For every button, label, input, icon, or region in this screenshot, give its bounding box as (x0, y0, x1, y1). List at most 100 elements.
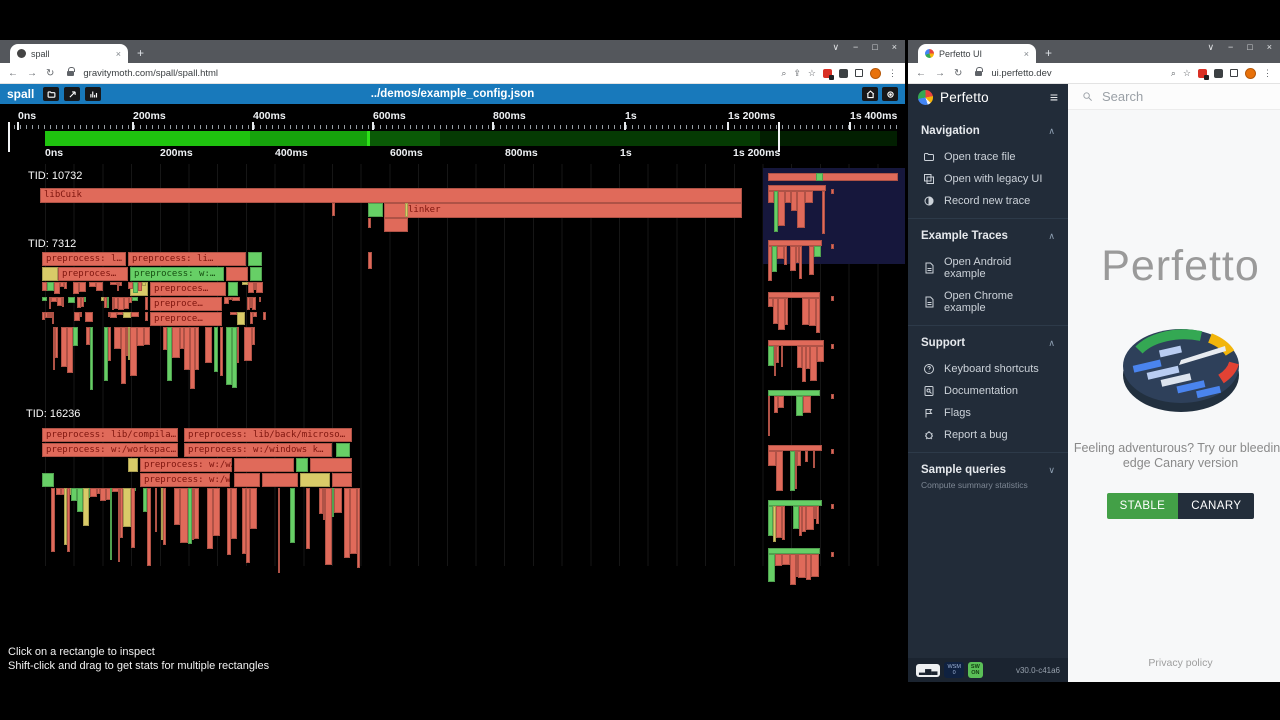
trace-span[interactable] (130, 327, 137, 376)
sidebar-item-report-a-bug[interactable]: Report a bug (921, 424, 1055, 446)
extensions-puzzle-icon[interactable] (1214, 69, 1223, 78)
trace-span[interactable] (155, 488, 157, 532)
trace-span[interactable] (796, 396, 803, 416)
zoom-icon[interactable]: ⌕ (781, 68, 786, 79)
trace-span[interactable] (147, 488, 151, 566)
trace-span[interactable] (132, 297, 138, 301)
trace-span[interactable] (119, 282, 122, 286)
trace-span[interactable] (332, 473, 352, 487)
trace-span[interactable] (831, 552, 834, 557)
sidebar-item-keyboard-shortcuts[interactable]: Keyboard shortcuts (921, 358, 1055, 380)
trace-span[interactable] (83, 488, 89, 526)
trace-span[interactable]: preproce… (150, 312, 222, 326)
privacy-policy-link[interactable]: Privacy policy (1148, 657, 1212, 682)
trace-span[interactable] (325, 488, 332, 565)
trace-span[interactable] (67, 488, 70, 552)
window-menu-icon[interactable]: ∨ (1207, 42, 1214, 53)
maximize-icon[interactable]: □ (1247, 42, 1252, 53)
trace-span[interactable] (797, 451, 801, 466)
trace-span[interactable] (816, 173, 823, 181)
trace-span[interactable] (817, 346, 824, 362)
chevron-up-icon[interactable]: ∧ (1048, 231, 1055, 242)
trace-span[interactable] (85, 312, 93, 322)
sidebar-item-open-chrome-example[interactable]: Open Chrome example (921, 285, 1055, 319)
trace-span[interactable] (244, 327, 252, 361)
forward-icon[interactable]: → (27, 68, 37, 79)
trace-span[interactable] (384, 218, 408, 232)
trace-span[interactable] (809, 298, 816, 326)
trace-span[interactable] (782, 506, 785, 540)
trace-span[interactable]: preproces… (150, 282, 226, 296)
trace-span[interactable] (234, 458, 294, 472)
trace-span[interactable] (250, 488, 257, 529)
profile-avatar[interactable] (870, 68, 881, 79)
trace-span[interactable] (336, 443, 350, 457)
trace-span[interactable] (831, 296, 834, 301)
sidepanel-icon[interactable] (855, 69, 863, 77)
trace-span[interactable] (785, 298, 788, 325)
new-tab-button[interactable]: + (137, 46, 144, 60)
trace-span[interactable] (90, 488, 97, 497)
trace-span[interactable] (259, 297, 261, 302)
trace-span[interactable] (778, 298, 785, 330)
trace-span[interactable] (778, 191, 785, 226)
wasm-badge[interactable]: WSM 0 (944, 662, 963, 678)
trace-span[interactable] (142, 282, 146, 286)
tab-close-icon[interactable]: × (1024, 49, 1029, 59)
trace-span[interactable] (68, 297, 75, 303)
extension-badge-icon[interactable] (823, 69, 832, 78)
trace-span[interactable] (131, 312, 139, 317)
trace-span[interactable] (816, 298, 820, 333)
trace-span[interactable]: preprocess: w:/w… (140, 473, 230, 487)
trace-span[interactable] (114, 327, 121, 349)
sidebar-item-flags[interactable]: Flags (921, 402, 1055, 424)
trace-span[interactable] (803, 396, 811, 413)
trace-span[interactable] (799, 246, 802, 279)
trace-span[interactable] (805, 191, 813, 203)
trace-span[interactable]: preproces… (58, 267, 128, 281)
trace-span[interactable] (782, 554, 790, 565)
trace-span[interactable] (51, 488, 55, 552)
trace-span[interactable] (79, 282, 86, 292)
trace-span[interactable] (368, 218, 371, 228)
trace-span[interactable]: preprocess: w:… (130, 267, 224, 281)
share-icon[interactable]: ⇪ (793, 68, 801, 79)
sidebar-item-open-with-legacy-ui[interactable]: Open with legacy UI (921, 168, 1055, 190)
trace-span[interactable] (232, 297, 240, 301)
trace-span[interactable] (300, 473, 330, 487)
trace-span[interactable]: preprocess: w:/workspac… (42, 443, 178, 457)
minimize-icon[interactable]: − (853, 42, 858, 53)
trace-span[interactable] (768, 451, 776, 466)
trace-span[interactable] (230, 312, 237, 315)
sidebar-item-record-new-trace[interactable]: Record new trace (921, 190, 1055, 212)
trace-span[interactable] (231, 488, 237, 539)
trace-span[interactable] (814, 246, 821, 257)
chevron-up-icon[interactable]: ∧ (1048, 338, 1055, 349)
trace-span[interactable] (816, 506, 819, 524)
trace-span[interactable] (62, 297, 64, 307)
trace-span[interactable] (256, 282, 263, 293)
trace-span[interactable] (831, 394, 834, 399)
trace-span[interactable] (194, 488, 199, 539)
trace-span[interactable] (334, 488, 342, 513)
trace-span[interactable] (296, 458, 308, 472)
trace-span[interactable] (831, 504, 834, 509)
trace-span[interactable] (802, 298, 809, 325)
sidebar-item-open-trace-file[interactable]: Open trace file (921, 146, 1055, 168)
trace-span[interactable] (237, 327, 239, 363)
new-tab-button[interactable]: + (1045, 46, 1052, 60)
zoom-icon[interactable]: ⌕ (1171, 68, 1176, 79)
trace-span[interactable] (252, 327, 255, 345)
trace-span[interactable] (220, 327, 223, 376)
metrics-badge[interactable]: ▂▅▃ (916, 664, 940, 677)
back-icon[interactable]: ← (916, 68, 926, 79)
trace-span[interactable] (777, 246, 784, 259)
trace-span[interactable] (775, 554, 782, 566)
trace-span[interactable] (253, 312, 257, 317)
section-header[interactable]: Navigation∧ (921, 123, 1055, 146)
url-text[interactable]: gravitymoth.com/spall/spall.html (83, 68, 772, 79)
forward-icon[interactable]: → (935, 68, 945, 79)
trace-span[interactable] (163, 488, 166, 545)
trace-span[interactable] (248, 252, 262, 266)
trace-span[interactable] (263, 312, 266, 320)
